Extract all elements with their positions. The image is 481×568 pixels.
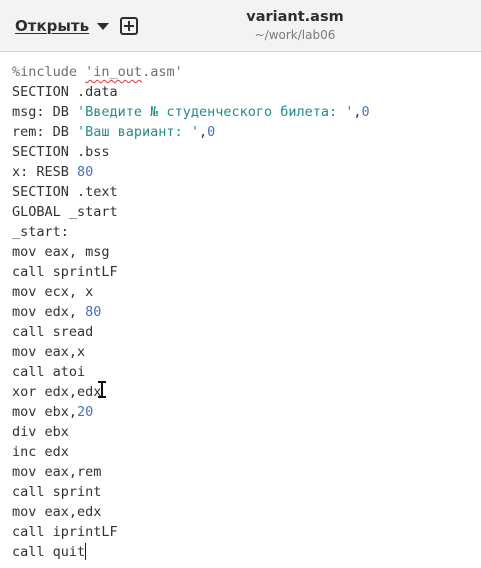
code-line: msg: DB 'Введите № студенческого билета:… (12, 102, 370, 122)
code-line: call atoi (12, 362, 370, 382)
code-token: 20 (77, 404, 94, 420)
code-line: _start: (12, 222, 370, 242)
code-line: GLOBAL _start (12, 202, 370, 222)
code-editor[interactable]: %include 'in_out.asm' SECTION .data msg: D… (0, 52, 481, 568)
code-token: SECTION .text (12, 184, 118, 200)
header-bar: Открыть variant.asm ~/work/lab06 (0, 0, 481, 52)
code-line: call iprintLF (12, 522, 370, 542)
code-line: x: RESB 80 (12, 162, 370, 182)
code-token: call quit (12, 544, 86, 560)
code-token: mov ecx, x (12, 284, 94, 300)
code-token: msg: DB (12, 104, 78, 120)
code-line: mov eax,x (12, 342, 370, 362)
code-line: SECTION .data (12, 82, 370, 102)
code-token: _start: (12, 224, 69, 240)
code-text-area[interactable]: %include 'in_out.asm' SECTION .data msg: D… (12, 62, 370, 562)
new-tab-button[interactable] (113, 10, 145, 42)
mouse-ibeam-cursor-icon (98, 381, 106, 398)
code-token: , (353, 104, 362, 120)
code-line: mov eax,edx (12, 502, 370, 522)
code-token: call sread (12, 324, 94, 340)
code-token: .asm' (142, 64, 183, 80)
code-token: %include (12, 64, 86, 80)
code-token: SECTION .bss (12, 144, 110, 160)
code-token: 'Ваш вариант: ' (77, 124, 199, 140)
code-line: call sprint (12, 482, 370, 502)
code-token: call sprintLF (12, 264, 118, 280)
code-token: 'in_out (85, 64, 143, 80)
code-line: SECTION .text (12, 182, 370, 202)
code-line: %include 'in_out.asm' (12, 62, 370, 82)
code-token: call sprint (12, 484, 102, 500)
code-line: mov eax,rem (12, 462, 370, 482)
code-line: div ebx (12, 422, 370, 442)
code-token: call atoi (12, 364, 86, 380)
window-title-area: variant.asm ~/work/lab06 (180, 8, 410, 43)
code-token: div ebx (12, 424, 69, 440)
code-line: call sprintLF (12, 262, 370, 282)
chevron-down-icon (97, 23, 110, 30)
window-subtitle: ~/work/lab06 (254, 28, 336, 42)
code-line: call quit (12, 542, 370, 562)
code-line: mov eax, msg (12, 242, 370, 262)
code-token: inc edx (12, 444, 69, 460)
code-line: mov ecx, x (12, 282, 370, 302)
code-token: xor edx,edx (12, 384, 102, 400)
text-caret (85, 543, 87, 560)
code-token: x: RESB (12, 164, 78, 180)
code-line: mov edx, 80 (12, 302, 370, 322)
code-token: mov eax,edx (12, 504, 102, 520)
code-line: xor edx,edx (12, 382, 370, 402)
code-token: SECTION .data (12, 84, 118, 100)
code-token: mov eax,x (12, 344, 86, 360)
code-token: 80 (85, 304, 102, 320)
text-editor-window: Открыть variant.asm ~/work/lab06 %includ… (0, 0, 481, 568)
code-token: call iprintLF (12, 524, 118, 540)
code-line: call sread (12, 322, 370, 342)
code-line: SECTION .bss (12, 142, 370, 162)
open-button[interactable]: Открыть (7, 10, 117, 42)
code-line: inc edx (12, 442, 370, 462)
code-token: mov eax,rem (12, 464, 102, 480)
code-token: mov eax, msg (12, 244, 110, 260)
code-token: rem: DB (12, 124, 78, 140)
open-button-label: Открыть (15, 17, 90, 35)
code-token: mov edx, (12, 304, 86, 320)
code-token: 0 (361, 104, 370, 120)
code-token: GLOBAL _start (12, 204, 118, 220)
code-line: rem: DB 'Ваш вариант: ',0 (12, 122, 370, 142)
code-token: 'Введите № студенческого билета: ' (77, 104, 354, 120)
code-token: 0 (207, 124, 216, 140)
code-token: 80 (77, 164, 94, 180)
code-line: mov ebx,20 (12, 402, 370, 422)
window-title: variant.asm (246, 9, 344, 25)
new-document-icon (120, 17, 138, 35)
code-token: , (198, 124, 208, 140)
code-token: mov ebx, (12, 404, 78, 420)
